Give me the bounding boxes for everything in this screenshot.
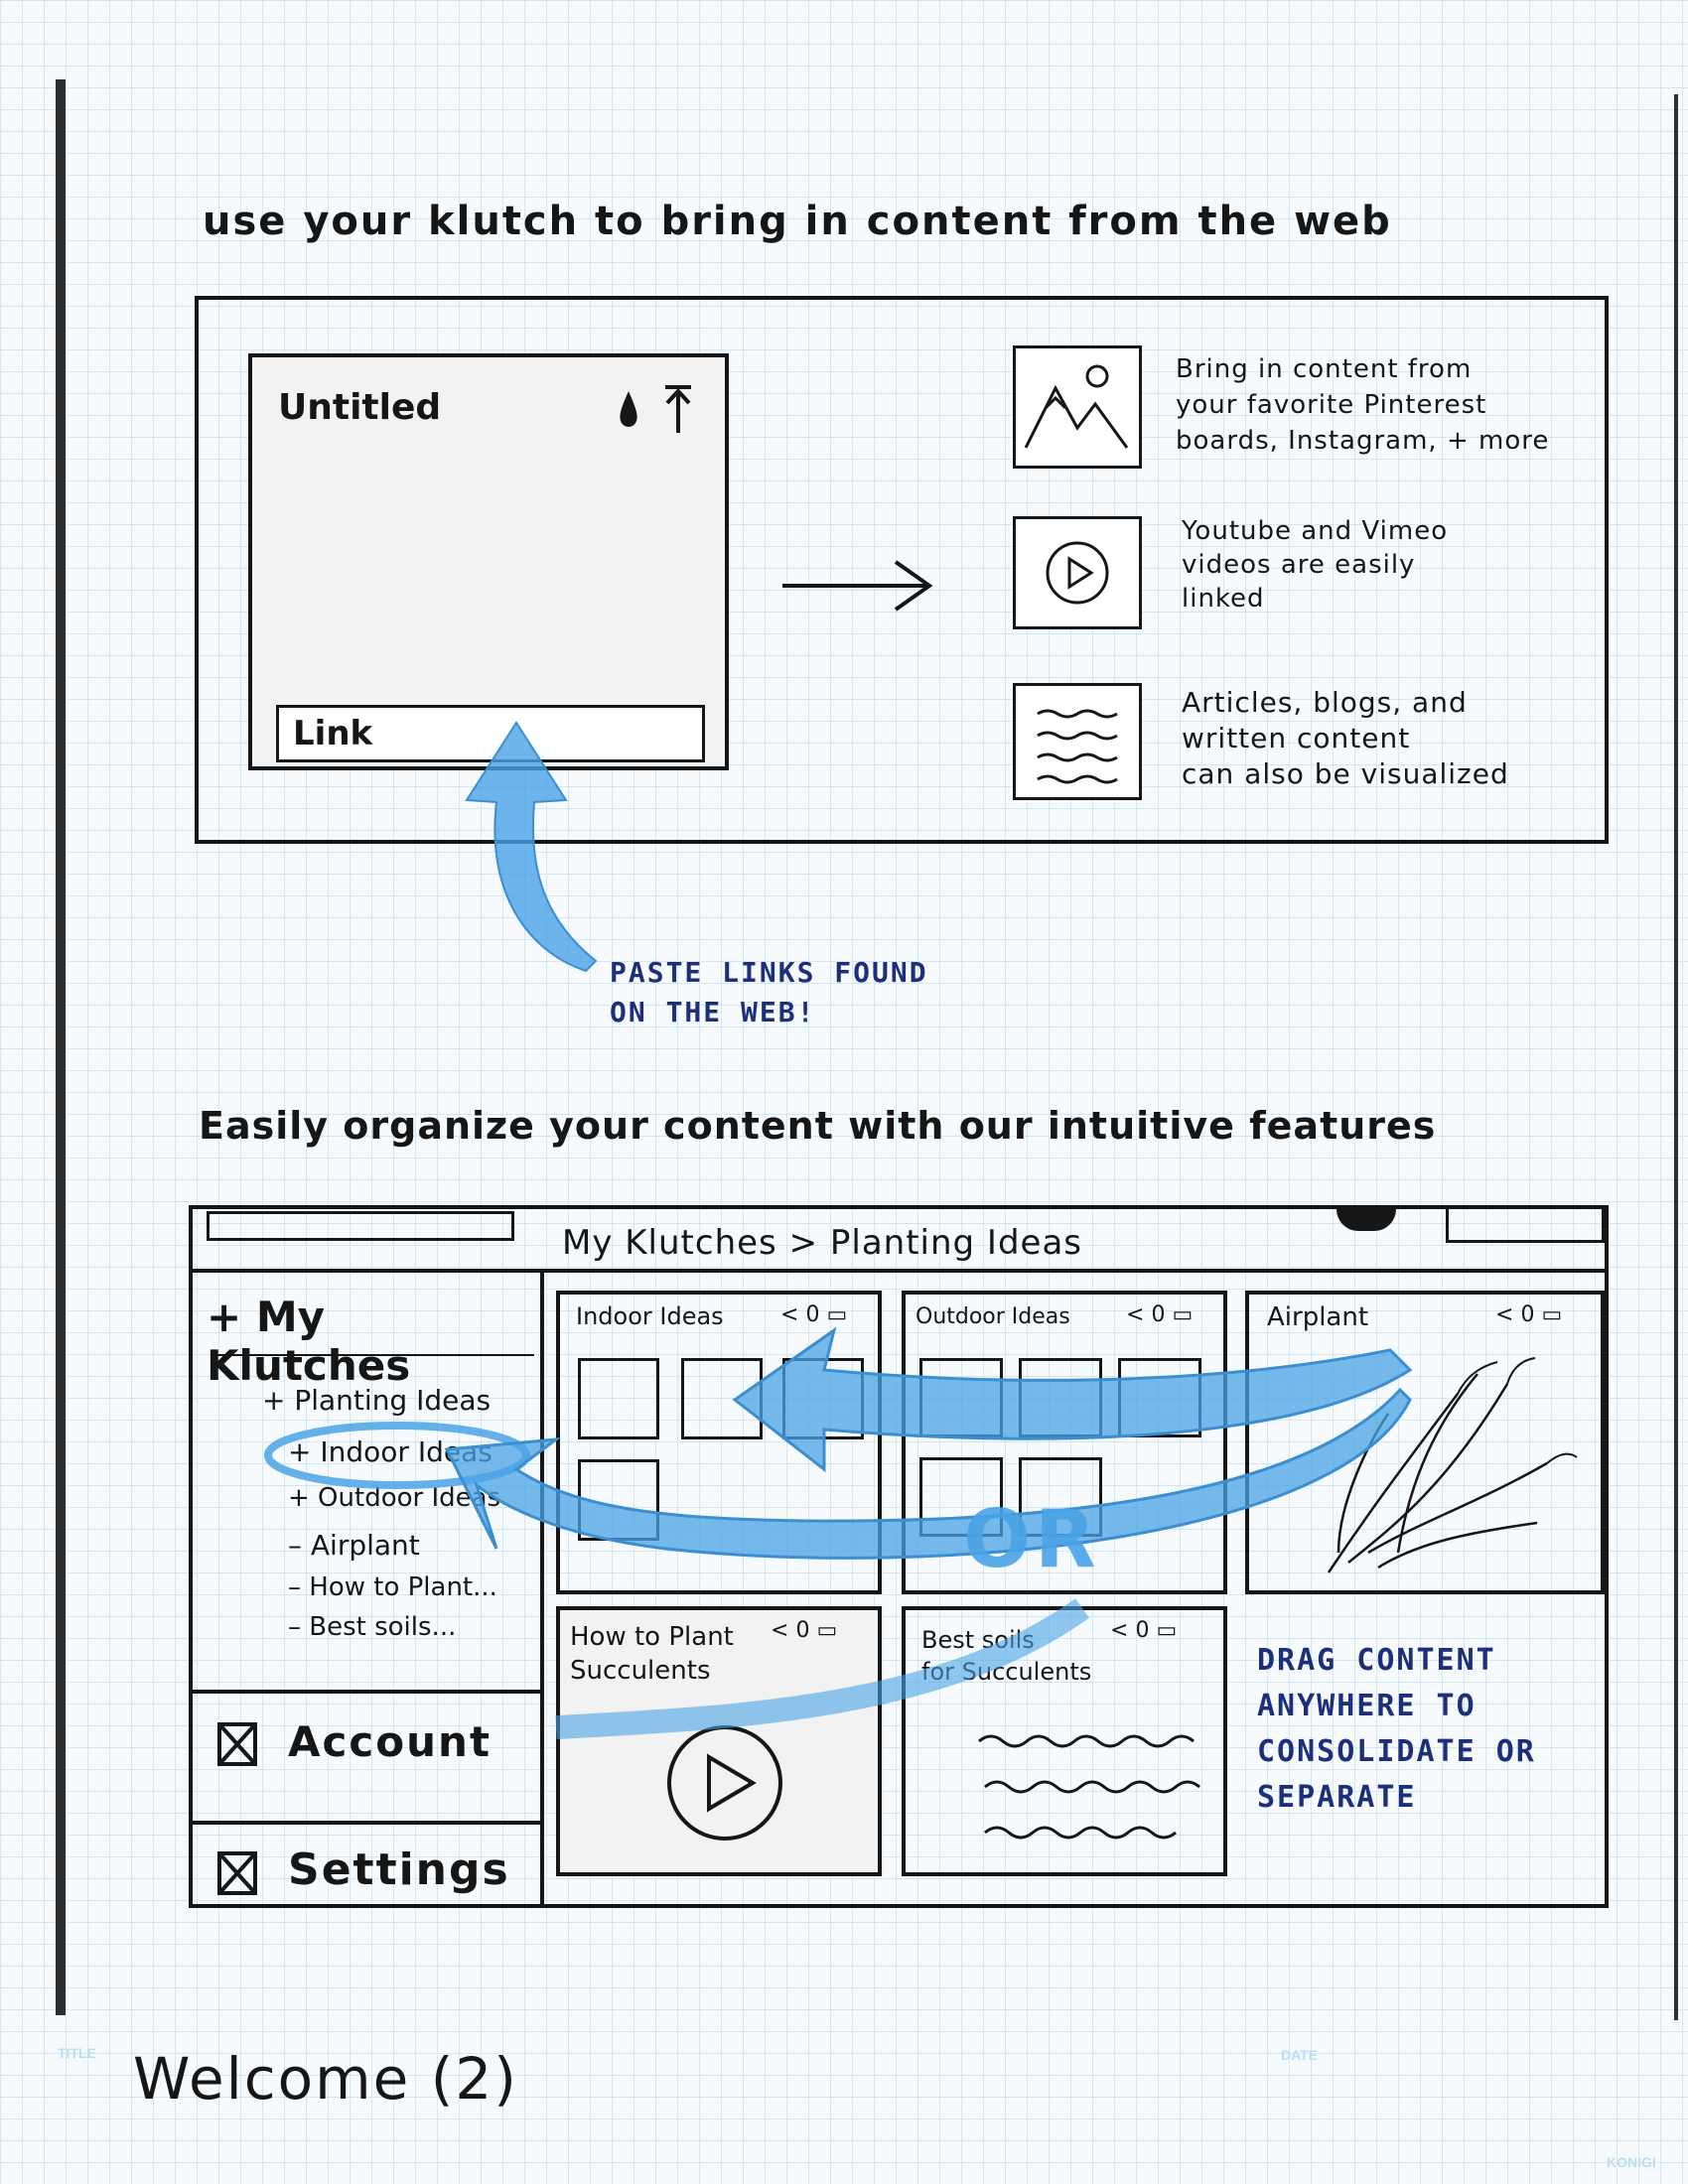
drag-arrows-overlay [264, 1326, 1413, 1739]
breadcrumb[interactable]: My Klutches > Planting Ideas [562, 1223, 1082, 1263]
video-source-line-3: linked [1182, 584, 1265, 614]
image-icon [1024, 364, 1129, 449]
search-bar[interactable] [207, 1211, 514, 1241]
editor-card: Untitled Link [248, 353, 729, 770]
image-source-line-3: boards, Instagram, + more [1176, 426, 1550, 456]
drop-icon[interactable] [616, 389, 641, 433]
article-source-line-3: can also be visualized [1182, 757, 1509, 790]
brand-label: KONIGI [1607, 2154, 1656, 2170]
paste-note: PASTE LINKS FOUND ON THE WEB! [610, 953, 928, 1032]
title-label: TITLE [58, 2045, 96, 2061]
upload-arrow-icon[interactable] [661, 383, 695, 439]
image-source-line-2: your favorite Pinterest [1176, 390, 1487, 420]
article-source-text: Articles, blogs, and written content can… [1182, 685, 1509, 792]
paste-note-line-1: PASTE LINKS FOUND [610, 956, 928, 989]
video-source-thumb [1013, 516, 1142, 629]
video-source-line-2: videos are easily [1182, 550, 1416, 580]
video-source-text: Youtube and Vimeo videos are easily link… [1182, 514, 1448, 615]
article-source-line-2: written content [1182, 722, 1411, 754]
web-content-panel: Untitled Link Bring in content from your… [195, 296, 1609, 844]
image-source-line-1: Bring in content from [1176, 354, 1473, 384]
article-source-thumb [1013, 683, 1142, 800]
right-margin-line [1674, 94, 1678, 2020]
left-margin-line [56, 79, 66, 2015]
or-label: OR [963, 1493, 1100, 1585]
settings-icon[interactable] [216, 1850, 258, 1900]
article-source-line-1: Articles, blogs, and [1182, 686, 1468, 719]
top-right-button[interactable] [1446, 1209, 1605, 1243]
page-title: Welcome (2) [133, 2045, 518, 2113]
right-arrow-icon [782, 560, 933, 612]
date-label: DATE [1281, 2047, 1319, 2063]
paste-arrow-icon [465, 721, 598, 973]
editor-title[interactable]: Untitled [278, 387, 441, 428]
image-source-text: Bring in content from your favorite Pint… [1176, 351, 1549, 459]
paste-note-line-2: ON THE WEB! [610, 996, 816, 1028]
section-heading-web: use your klutch to bring in content from… [203, 199, 1392, 244]
section-heading-organize: Easily organize your content with our in… [199, 1104, 1437, 1148]
video-play-icon [1046, 541, 1109, 605]
article-icon [1037, 709, 1118, 784]
image-source-thumb [1013, 345, 1142, 469]
video-source-line-1: Youtube and Vimeo [1182, 516, 1449, 546]
sidebar-settings[interactable]: Settings [288, 1844, 510, 1895]
link-field-text: Link [293, 714, 373, 753]
